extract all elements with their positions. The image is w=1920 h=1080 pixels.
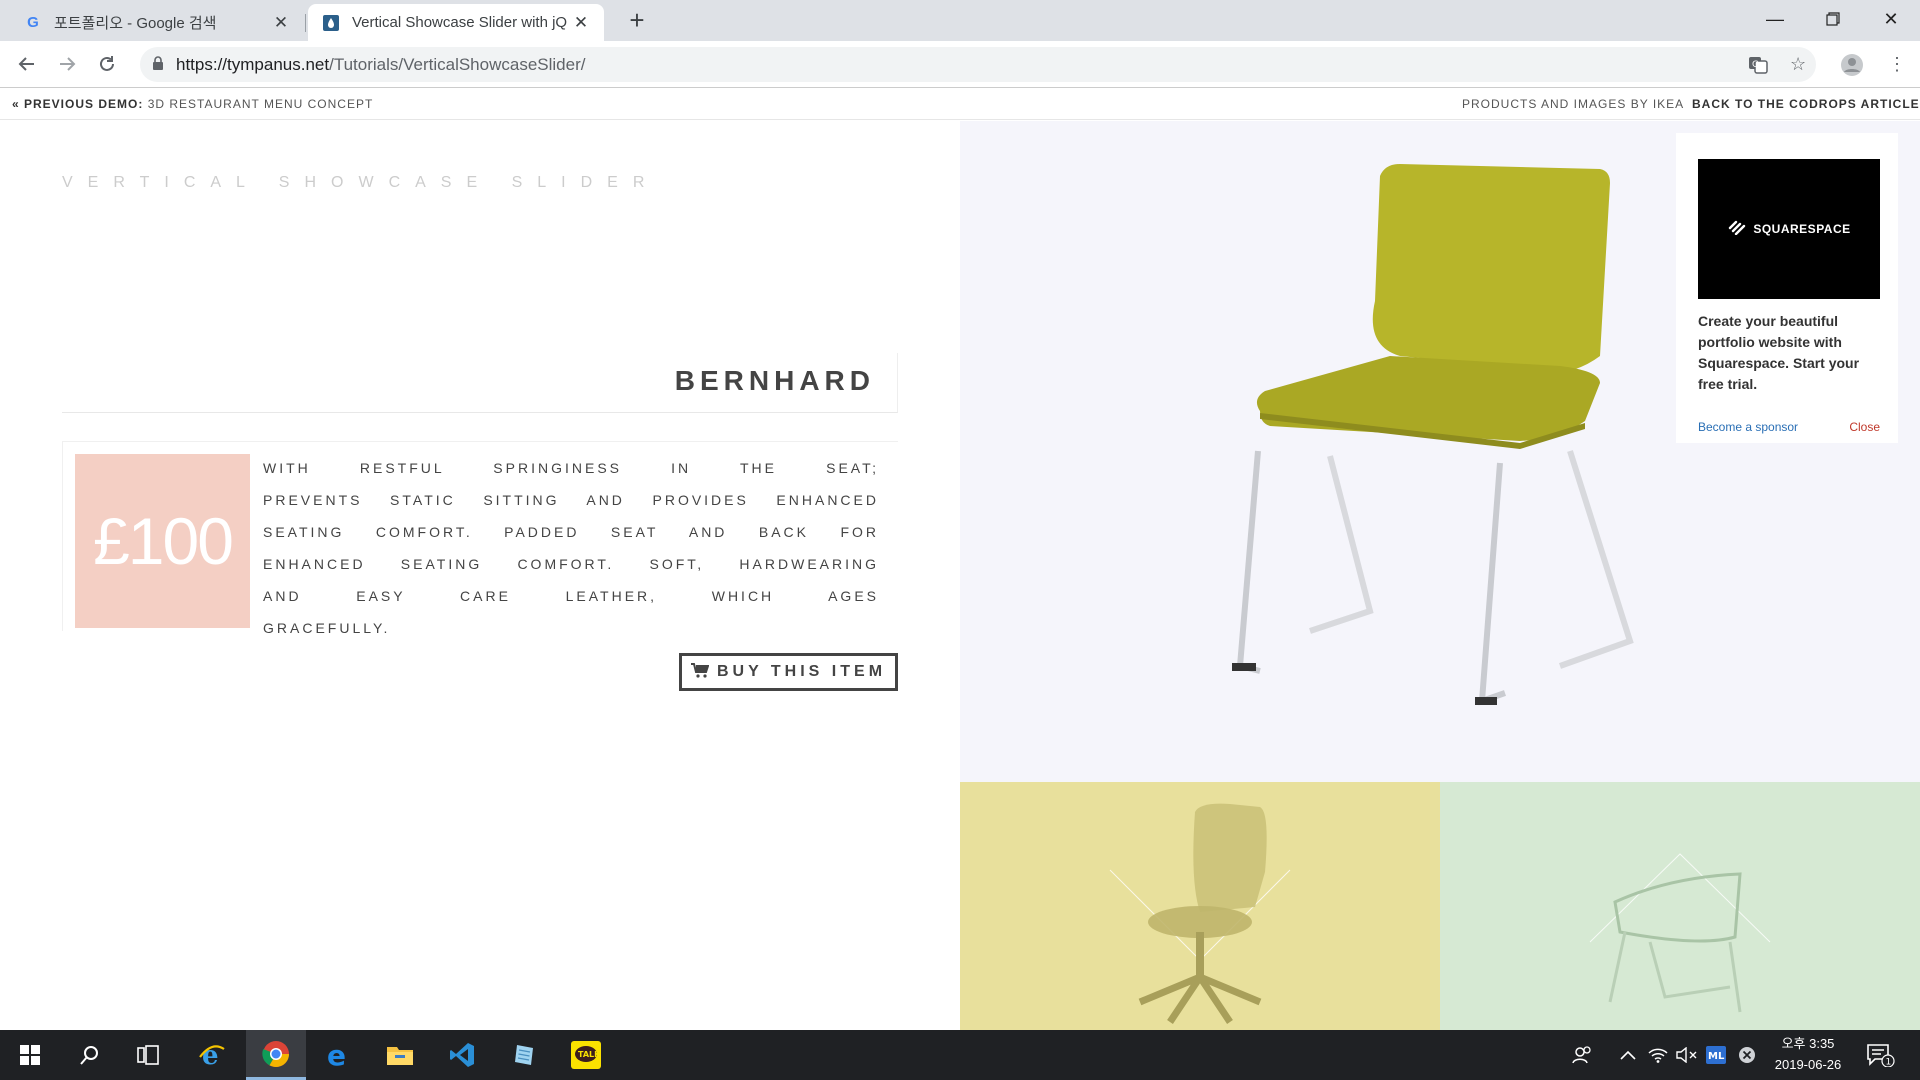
price-tag: £100 [75,454,250,628]
product-name-box: BERNHARD [62,353,898,413]
site-title: VERTICAL SHOWCASE SLIDER [62,174,660,191]
tab-showcase-slider[interactable]: Vertical Showcase Slider with jQ ✕ [308,4,604,41]
back-button[interactable] [10,47,44,81]
ie-icon[interactable]: e [182,1030,242,1080]
windows-taskbar: e e TALK ML 오후 3:35 2019-06-26 1 [0,1030,1920,1080]
buy-label: BUY THIS ITEM [716,663,887,680]
minimize-button[interactable]: — [1746,0,1804,38]
close-ad-link[interactable]: Close [1849,420,1880,434]
close-tab-icon[interactable]: ✕ [572,13,590,33]
browser-toolbar: https://tympanus.net/Tutorials/VerticalS… [0,41,1920,88]
close-circle-icon[interactable] [1738,1030,1756,1080]
notification-count: 1 [1886,1058,1892,1068]
forward-button[interactable] [50,47,84,81]
codrops-topbar: « PREVIOUS DEMO: 3D RESTAURANT MENU CONC… [0,88,1920,120]
action-center-icon[interactable]: 1 [1866,1030,1896,1080]
product-name: BERNHARD [674,365,875,396]
squarespace-brand: SQUARESPACE [1753,222,1851,236]
product-details-panel: VERTICAL SHOWCASE SLIDER BERNHARD £100 W… [0,121,960,1030]
close-tab-icon[interactable]: ✕ [272,13,290,33]
web-page: « PREVIOUS DEMO: 3D RESTAURANT MENU CONC… [0,88,1920,1030]
notepad-icon[interactable] [494,1030,554,1080]
kakaotalk-icon[interactable]: TALK [556,1030,616,1080]
clock-time: 오후 3:35 [1781,1036,1835,1051]
maximize-button[interactable] [1804,0,1862,38]
office-chair-image [1109,803,1291,1024]
volume-muted-icon[interactable] [1676,1030,1698,1080]
codrops-icon [322,14,340,32]
sponsor-text[interactable]: Create your beautiful portfolio website … [1698,311,1880,395]
products-credit: PRODUCTS AND IMAGES BY IKEA [1462,97,1685,111]
buy-item-button[interactable]: BUY THIS ITEM [679,653,898,691]
chevron-up-icon[interactable] [1620,1030,1636,1080]
tab-strip: G 포트폴리오 - Google 검색 ✕ Vertical Showcase … [0,0,1920,41]
chrome-icon[interactable] [246,1030,306,1080]
system-clock[interactable]: 오후 3:35 2019-06-26 [1760,1033,1856,1075]
url-text[interactable]: https://tympanus.net/Tutorials/VerticalS… [176,55,585,75]
chrome-menu-icon[interactable]: ⋮ [1888,47,1906,82]
squarespace-logo-icon [1727,219,1747,240]
reload-button[interactable] [90,47,124,81]
profile-avatar[interactable] [1840,47,1864,82]
squarespace-ad-image[interactable]: SQUARESPACE [1698,159,1880,299]
cart-icon [690,662,710,682]
tab-title: 포트폴리오 - Google 검색 [54,15,217,32]
address-bar[interactable]: https://tympanus.net/Tutorials/VerticalS… [140,47,1816,82]
start-icon[interactable] [0,1030,60,1080]
close-window-button[interactable]: ✕ [1862,0,1920,38]
svg-text:e: e [327,1042,346,1068]
thumbnail-chair-2[interactable] [1440,782,1920,1030]
people-icon[interactable] [1572,1030,1592,1080]
clock-date: 2019-06-26 [1774,1057,1842,1072]
tab-separator [305,14,306,32]
become-sponsor-link[interactable]: Become a sponsor [1698,420,1798,434]
product-description: WITH RESTFUL SPRINGINESS IN THE SEAT; PR… [263,460,879,636]
translate-icon[interactable]: G [1748,47,1768,82]
thumbnail-chair-1[interactable] [960,782,1440,1030]
new-tab-button[interactable]: + [622,6,652,36]
transparent-chair-image [1589,853,1771,1013]
lock-icon[interactable] [152,56,164,73]
previous-demo-link[interactable]: « PREVIOUS DEMO: 3D RESTAURANT MENU CONC… [12,97,373,111]
search-icon[interactable] [60,1030,120,1080]
back-to-article-link[interactable]: BACK TO THE CODROPS ARTICLE [1692,97,1920,111]
tab-title: Vertical Showcase Slider with jQ [352,14,568,31]
product-info: £100 WITH RESTFUL SPRINGINESS IN THE SEA… [62,441,898,636]
input-method-icon[interactable]: ML [1706,1030,1726,1080]
svg-text:G: G [1752,60,1759,70]
bookmark-star-icon[interactable]: ☆ [1790,47,1806,82]
file-explorer-icon[interactable] [370,1030,430,1080]
sponsor-ad: SQUARESPACE Create your beautiful portfo… [1676,133,1898,443]
svg-text:TALK: TALK [578,1050,601,1059]
vscode-icon[interactable] [432,1030,492,1080]
task-view-icon[interactable] [118,1030,178,1080]
edge-icon[interactable]: e [308,1030,368,1080]
google-icon: G [27,14,39,31]
svg-text:ML: ML [1708,1051,1725,1062]
tab-google-search[interactable]: G 포트폴리오 - Google 검색 ✕ [10,4,304,41]
wifi-icon[interactable] [1648,1030,1668,1080]
